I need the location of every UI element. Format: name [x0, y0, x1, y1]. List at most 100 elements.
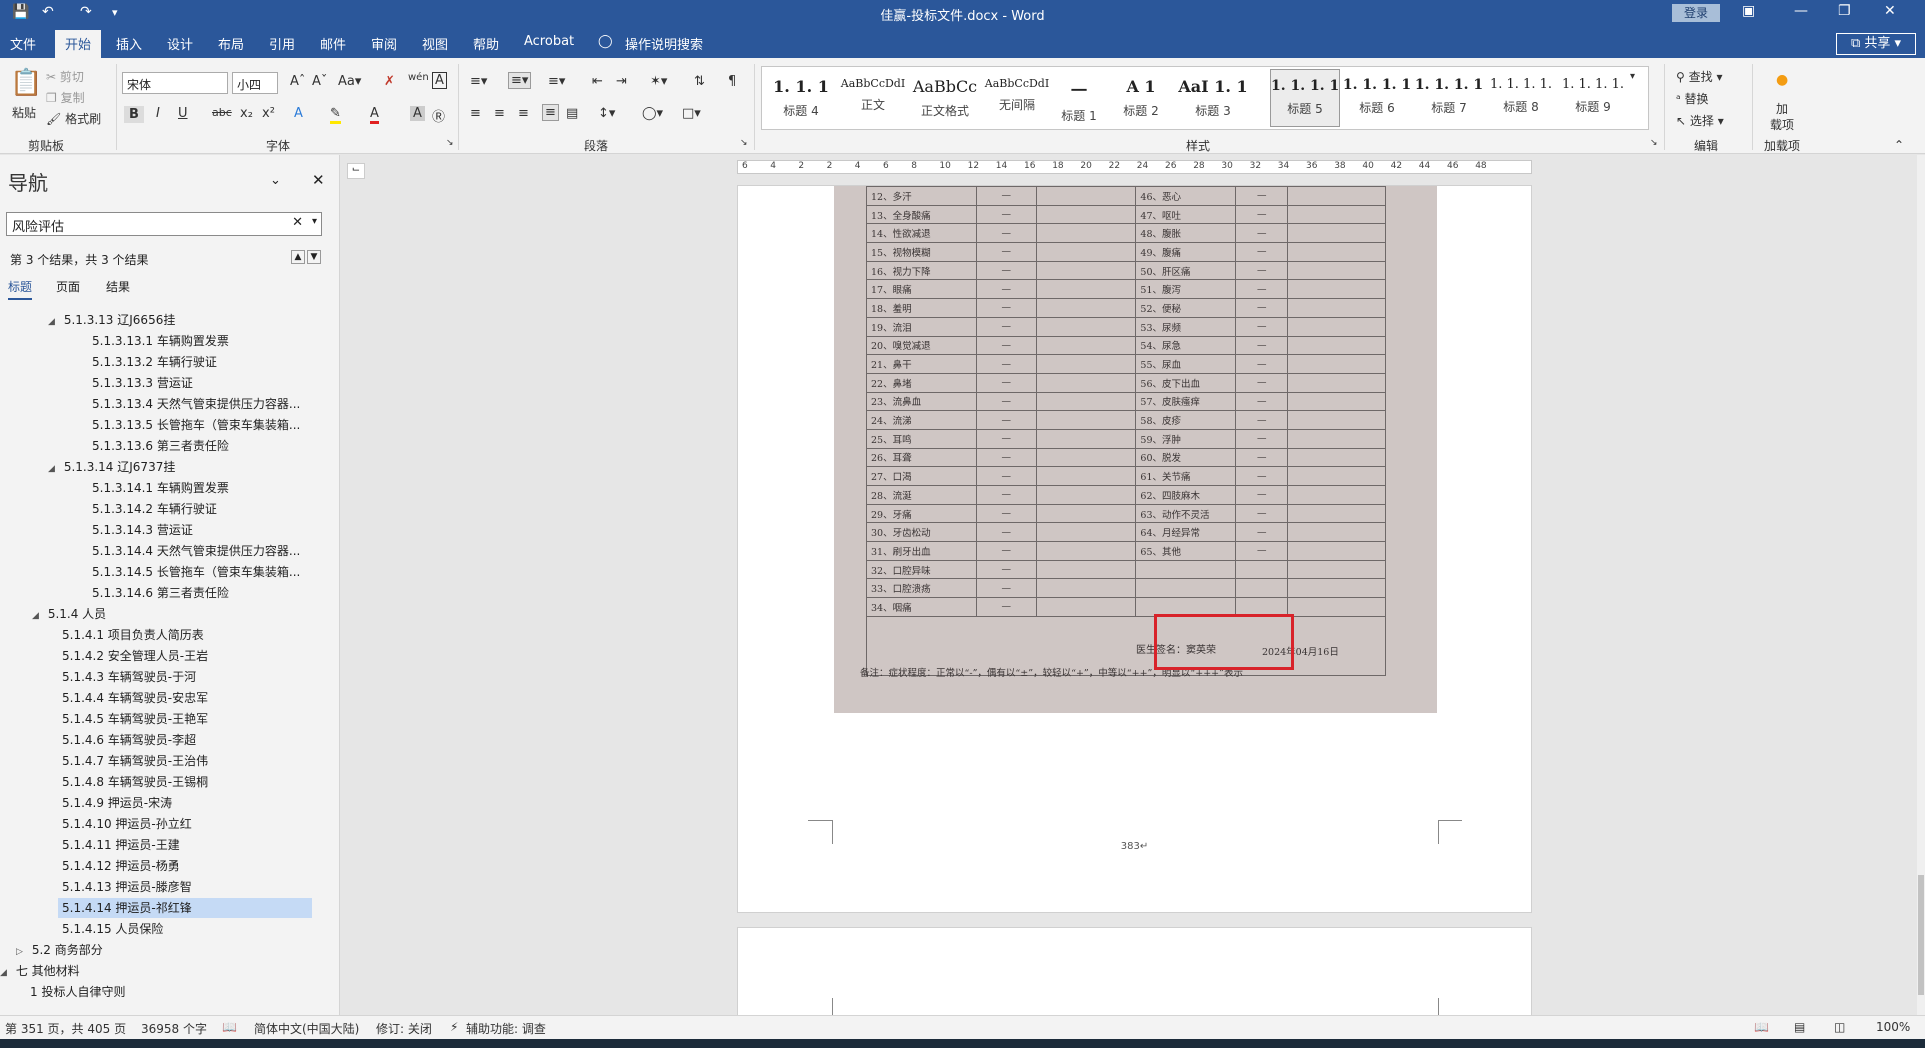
bullets-icon[interactable]: ≡▾: [470, 74, 487, 89]
find-button[interactable]: ⚲ 查找 ▾: [1676, 68, 1722, 85]
align-left-icon[interactable]: ≡: [470, 106, 481, 121]
tab-acrobat[interactable]: Acrobat: [524, 34, 574, 49]
gallery-scroll-icon[interactable]: ▾: [1630, 71, 1635, 82]
borders-icon[interactable]: □▾: [682, 106, 701, 121]
tab-references[interactable]: 引用: [269, 34, 295, 53]
subscript-icon[interactable]: x₂: [240, 106, 253, 121]
nav-heading-item[interactable]: 5.1.3.14.6 第三者责任险: [92, 583, 229, 603]
nav-heading-item[interactable]: 5.1.4.11 押运员-王建: [62, 835, 180, 855]
tab-pages[interactable]: 页面: [56, 278, 80, 295]
accessibility-icon[interactable]: ⚡: [450, 1020, 458, 1034]
text-effects-icon[interactable]: A: [294, 106, 303, 121]
strikethrough-icon[interactable]: abc: [212, 106, 232, 119]
select-button[interactable]: ↖ 选择 ▾: [1676, 112, 1724, 129]
clear-search-icon[interactable]: ✕: [292, 215, 303, 230]
align-right-icon[interactable]: ≡: [518, 106, 529, 121]
nav-heading-item[interactable]: 5.1.4.14 押运员-祁红锋: [58, 898, 312, 918]
nav-heading-item[interactable]: 5.1.4.7 车辆驾驶员-王治伟: [62, 751, 208, 771]
nav-heading-item[interactable]: 5.1.3.13.4 天然气管束提供压力容器...: [92, 394, 300, 414]
italic-icon[interactable]: I: [156, 106, 160, 121]
nav-heading-item[interactable]: 5.1.3.13.2 车辆行驶证: [92, 352, 217, 372]
nav-heading-item[interactable]: 5.1.3.14.4 天然气管束提供压力容器...: [92, 541, 300, 561]
nav-heading-item[interactable]: 5.1.3.13.6 第三者责任险: [92, 436, 229, 456]
justify-icon[interactable]: ≡: [542, 104, 559, 121]
addin-label-top[interactable]: 加: [1776, 100, 1788, 117]
word-count[interactable]: 36958 个字: [141, 1020, 207, 1037]
ribbon-display-icon[interactable]: ▣: [1742, 3, 1755, 19]
proofing-icon[interactable]: 📖: [222, 1020, 237, 1034]
nav-heading-item[interactable]: ◢ 七 其他材料: [0, 961, 80, 981]
collapse-icon[interactable]: ◢: [48, 312, 60, 332]
nav-heading-item[interactable]: 5.1.3.14.3 营运证: [92, 520, 193, 540]
style-body-format[interactable]: AaBbCc 正文格式: [910, 69, 980, 127]
read-mode-icon[interactable]: 📖: [1754, 1020, 1769, 1034]
nav-heading-item[interactable]: 5.1.4.12 押运员-杨勇: [62, 856, 180, 876]
nav-heading-item[interactable]: 5.1.4.2 安全管理人员-王岩: [62, 646, 208, 666]
superscript-icon[interactable]: x²: [262, 106, 275, 121]
nav-heading-item[interactable]: 5.1.4.8 车辆驾驶员-王锡桐: [62, 772, 208, 792]
restore-icon[interactable]: ❐: [1838, 3, 1851, 19]
style-heading-2[interactable]: A 1 标题 2: [1106, 69, 1176, 127]
styles-dialog-icon[interactable]: ↘: [1650, 138, 1658, 148]
phonetic-guide-icon[interactable]: wén: [408, 72, 429, 83]
tab-file[interactable]: 文件: [10, 34, 36, 53]
nav-heading-item[interactable]: 5.1.3.13.3 营运证: [92, 373, 193, 393]
print-layout-icon[interactable]: ▤: [1794, 1020, 1805, 1034]
nav-heading-item[interactable]: ◢ 5.1.3.13 辽J6656挂: [48, 310, 175, 330]
tab-headings[interactable]: 标题: [8, 278, 33, 300]
style-heading-8[interactable]: 1. 1. 1. 1. 标题 8: [1486, 69, 1556, 127]
tab-review[interactable]: 审阅: [371, 34, 397, 53]
document-page-next[interactable]: [737, 927, 1532, 1015]
chinese-layout-icon[interactable]: ✶▾: [650, 74, 667, 89]
underline-icon[interactable]: U: [178, 106, 188, 121]
shading-icon[interactable]: ◯▾: [642, 106, 663, 121]
collapse-icon[interactable]: ◢: [32, 606, 44, 626]
style-heading-1[interactable]: 一标题 1: [1054, 69, 1104, 127]
nav-heading-item[interactable]: 5.1.4.4 车辆驾驶员-安忠军: [62, 688, 208, 708]
font-dialog-icon[interactable]: ↘: [446, 138, 454, 148]
style-no-spacing[interactable]: AaBbCcDdI 无间隔: [982, 69, 1052, 127]
nav-heading-item[interactable]: 5.1.4.13 押运员-滕彦智: [62, 877, 192, 897]
nav-heading-item[interactable]: 5.1.3.13.5 长管拖车（管束车集装箱...: [92, 415, 300, 435]
close-icon[interactable]: ✕: [312, 171, 325, 189]
nav-heading-item[interactable]: 5.1.3.14.1 车辆购置发票: [92, 478, 229, 498]
char-border-icon[interactable]: A: [432, 72, 447, 89]
style-heading-7[interactable]: 1. 1. 1. 1 标题 7: [1414, 69, 1484, 127]
nav-heading-item[interactable]: 5.1.4.9 押运员-宋涛: [62, 793, 172, 813]
close-icon[interactable]: ✕: [1884, 3, 1896, 19]
horizontal-ruler[interactable]: 6 4 2 2 4 6 8 10 12 14 16 18 20 22 24 26 28 30 32 34 36 38 40 4…: [737, 160, 1532, 174]
share-button[interactable]: ⧉ 共享 ▾: [1836, 33, 1916, 55]
tab-mailings[interactable]: 邮件: [320, 34, 346, 53]
font-color-icon[interactable]: A: [370, 106, 379, 124]
tab-insert[interactable]: 插入: [116, 34, 142, 53]
clear-format-icon[interactable]: ✗: [384, 74, 395, 89]
nav-heading-item[interactable]: 5.1.3.14.5 长管拖车（管束车集装箱...: [92, 562, 300, 582]
vertical-scrollbar[interactable]: [1917, 155, 1925, 1015]
distributed-icon[interactable]: ▤: [566, 106, 578, 121]
nav-heading-item[interactable]: 5.1.3.13.1 车辆购置发票: [92, 331, 229, 351]
char-shading-icon[interactable]: A: [410, 106, 425, 121]
search-dropdown-icon[interactable]: ▾: [312, 216, 317, 227]
numbering-icon[interactable]: ≡▾: [508, 72, 532, 89]
style-heading-9[interactable]: 1. 1. 1. 1. 标题 9: [1558, 69, 1628, 127]
nav-heading-item[interactable]: 5.1.4.3 车辆驾驶员-于河: [62, 667, 196, 687]
line-spacing-icon[interactable]: ↕▾: [598, 106, 615, 121]
paragraph-dialog-icon[interactable]: ↘: [740, 138, 748, 148]
language-indicator[interactable]: 简体中文(中国大陆): [254, 1020, 359, 1037]
copy-button[interactable]: ❐ 复制: [46, 89, 85, 106]
enclose-char-icon[interactable]: Ⓡ: [432, 106, 445, 125]
collapse-icon[interactable]: ◢: [48, 459, 60, 479]
grow-font-icon[interactable]: Aˆ: [290, 74, 305, 89]
nav-heading-item[interactable]: 1 投标人自律守则: [30, 982, 125, 1002]
paste-label[interactable]: 粘贴: [12, 104, 36, 121]
page-count[interactable]: 第 351 页，共 405 页: [5, 1020, 126, 1037]
previous-result-icon[interactable]: ▲: [291, 250, 305, 264]
nav-heading-item[interactable]: 5.1.4.6 车辆驾驶员-李超: [62, 730, 196, 750]
nav-heading-item[interactable]: ▷ 5.2 商务部分: [16, 940, 103, 960]
tab-layout[interactable]: 布局: [218, 34, 244, 53]
cut-button[interactable]: ✂ 剪切: [46, 68, 84, 85]
decrease-indent-icon[interactable]: ⇤: [592, 74, 603, 89]
nav-options-icon[interactable]: ⌄: [270, 173, 281, 188]
paste-icon[interactable]: 📋: [10, 68, 42, 98]
font-size-select[interactable]: 小四: [232, 72, 278, 94]
